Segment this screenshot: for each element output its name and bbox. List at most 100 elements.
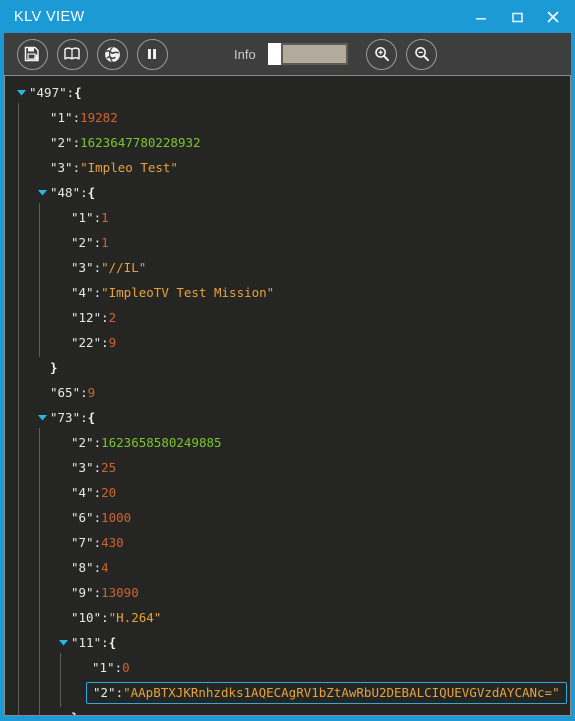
tree-value: 1623647780228932 bbox=[80, 135, 201, 150]
tree-row[interactable]: "2" : 1623647780228932 bbox=[5, 128, 570, 157]
tree-row[interactable]: } bbox=[5, 703, 570, 715]
tree-key: "9" bbox=[71, 585, 94, 600]
tree-key: "22" bbox=[71, 335, 102, 350]
indent-guide bbox=[13, 428, 34, 457]
tree-separator: : bbox=[72, 135, 81, 150]
tree-row[interactable]: "7" : 430 bbox=[5, 528, 570, 557]
arrow-spacer bbox=[55, 705, 71, 715]
tree-row[interactable]: "4" : 20 bbox=[5, 478, 570, 507]
tree-separator: : bbox=[115, 685, 124, 700]
tree-row[interactable]: "65" : 9 bbox=[5, 378, 570, 407]
tree-separator: : bbox=[101, 610, 109, 625]
tree-row-content: "48" : { bbox=[50, 180, 95, 205]
tree-row-content: "3" : "Impleo Test" bbox=[50, 155, 178, 180]
collapse-arrow-icon[interactable] bbox=[13, 80, 29, 105]
tree-key: "12" bbox=[71, 310, 102, 325]
tree-row[interactable]: "9" : 13090 bbox=[5, 578, 570, 607]
tree-value: 25 bbox=[101, 460, 117, 475]
indent-guide bbox=[34, 578, 55, 607]
selected-row-highlight[interactable]: "2" : "AApBTXJKRnhzdks1AQECAgRV1bZtAwRbU… bbox=[86, 681, 567, 704]
tree-separator: : bbox=[101, 310, 109, 325]
tree-separator: : bbox=[80, 410, 88, 425]
collapse-arrow-icon[interactable] bbox=[34, 405, 50, 430]
tree-row[interactable]: "2" : "AApBTXJKRnhzdks1AQECAgRV1bZtAwRbU… bbox=[5, 678, 570, 707]
arrow-spacer bbox=[55, 505, 71, 530]
indent-guide bbox=[13, 628, 34, 657]
zoom-in-icon bbox=[366, 38, 398, 70]
arrow-spacer bbox=[55, 480, 71, 505]
indent-guide bbox=[13, 178, 34, 207]
indent-guide bbox=[34, 278, 55, 307]
maximize-button[interactable] bbox=[499, 2, 535, 32]
slider-handle[interactable] bbox=[267, 43, 281, 65]
tree-row-content: "2" : 1623658580249885 bbox=[71, 430, 222, 455]
tree-row[interactable]: "22" : 9 bbox=[5, 328, 570, 357]
tree-row[interactable]: "3" : "//IL" bbox=[5, 253, 570, 282]
tree-row[interactable]: "1" : 19282 bbox=[5, 103, 570, 132]
collapse-arrow-icon[interactable] bbox=[34, 180, 50, 205]
tree-key: "48" bbox=[50, 185, 81, 200]
tree-row[interactable]: "3" : "Impleo Test" bbox=[5, 153, 570, 182]
tree-row[interactable]: "48" : { bbox=[5, 178, 570, 207]
tree-separator: : bbox=[101, 335, 109, 350]
tree-row[interactable]: "12" : 2 bbox=[5, 303, 570, 332]
tree-row[interactable]: "10" : "H.264" bbox=[5, 603, 570, 632]
indent-guide bbox=[13, 678, 34, 707]
close-button[interactable] bbox=[535, 2, 571, 32]
indent-guide bbox=[34, 628, 55, 657]
tree-key: "8" bbox=[71, 560, 94, 575]
tree-value: "Impleo Test" bbox=[80, 160, 178, 175]
book-icon bbox=[56, 38, 88, 70]
tree-row[interactable]: } bbox=[5, 353, 570, 382]
tree-row[interactable]: "1" : 0 bbox=[5, 653, 570, 682]
save-icon bbox=[16, 38, 48, 70]
tree-value: "ImpleoTV Test Mission" bbox=[101, 285, 275, 300]
klv-tree-panel[interactable]: "497" : {"1" : 19282 "2" : 16236477802289… bbox=[4, 75, 571, 716]
tree-value: "H.264" bbox=[108, 610, 162, 625]
pause-button[interactable] bbox=[132, 34, 172, 74]
tree-value: } bbox=[50, 360, 58, 375]
tree-separator: : bbox=[72, 160, 81, 175]
info-slider[interactable] bbox=[267, 43, 348, 65]
tree-key: "1" bbox=[92, 660, 115, 675]
tree-value: { bbox=[87, 185, 96, 200]
tree-value: { bbox=[108, 635, 117, 650]
book-button[interactable] bbox=[52, 34, 92, 74]
indent-guide bbox=[34, 528, 55, 557]
zoom-in-button[interactable] bbox=[362, 34, 402, 74]
tree-key: "1" bbox=[50, 110, 73, 125]
tree-row[interactable]: "6" : 1000 bbox=[5, 503, 570, 532]
collapse-arrow-icon[interactable] bbox=[55, 630, 71, 655]
indent-guide bbox=[13, 528, 34, 557]
tree-row[interactable]: "2" : 1623658580249885 bbox=[5, 428, 570, 457]
tree-separator: : bbox=[80, 185, 88, 200]
indent-guide bbox=[13, 303, 34, 332]
tree-key: "2" bbox=[71, 435, 94, 450]
save-button[interactable] bbox=[12, 34, 52, 74]
slider-track[interactable] bbox=[280, 43, 348, 65]
tree-separator: : bbox=[114, 660, 123, 675]
tree-key: "3" bbox=[50, 160, 73, 175]
arrow-spacer bbox=[55, 605, 71, 630]
tree-row[interactable]: "73" : { bbox=[5, 403, 570, 432]
indent-guide bbox=[34, 228, 55, 257]
arrow-spacer bbox=[34, 380, 50, 405]
tree-row[interactable]: "3" : 25 bbox=[5, 453, 570, 482]
window-controls bbox=[463, 0, 571, 33]
tree-row[interactable]: "4" : "ImpleoTV Test Mission" bbox=[5, 278, 570, 307]
arrow-spacer bbox=[55, 555, 71, 580]
minimize-button[interactable] bbox=[463, 2, 499, 32]
title-bar[interactable]: KLV VIEW bbox=[0, 0, 575, 33]
close-icon bbox=[547, 11, 559, 22]
tree-row[interactable]: "11" : { bbox=[5, 628, 570, 657]
globe-button[interactable] bbox=[92, 34, 132, 74]
tree-separator: : bbox=[93, 560, 102, 575]
tree-row[interactable]: "8" : 4 bbox=[5, 553, 570, 582]
tree-row[interactable]: "2" : 1 bbox=[5, 228, 570, 257]
toolbar: Info bbox=[4, 33, 571, 75]
tree-row[interactable]: "497" : { bbox=[5, 80, 570, 105]
tree-key: "73" bbox=[50, 410, 81, 425]
tree-row[interactable]: "1" : 1 bbox=[5, 203, 570, 232]
tree-value: 1000 bbox=[101, 510, 132, 525]
zoom-out-button[interactable] bbox=[402, 34, 442, 74]
